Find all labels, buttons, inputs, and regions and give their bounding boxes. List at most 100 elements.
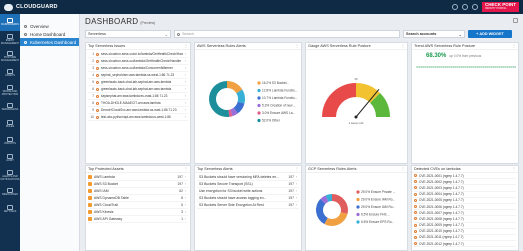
leftnav-item[interactable]: ASSETS [0, 65, 20, 82]
widget-menu-icon[interactable]: ⋮ [512, 167, 516, 171]
list-item-rank: 6 [92, 87, 94, 91]
leftnav-item[interactable]: DASHBOARDS [0, 14, 20, 31]
list-item[interactable]: 5 greenlauds-back-chat-lab-sephat-arn:aws… [88, 79, 188, 86]
dashboard-icon [24, 24, 27, 28]
list-item[interactable]: 4 sephat_sephoh/arn:aws:lambda:ca-west-1:… [88, 72, 188, 79]
donut-slice[interactable] [324, 212, 348, 226]
list-item[interactable]: S3 Buckets should have access logging en… [197, 195, 299, 202]
widget-menu-icon[interactable]: ⋮ [401, 167, 405, 171]
leftnav-item-label: WORKLOAD PROTECTION [1, 90, 19, 96]
list-item-rank: 3 [92, 66, 94, 70]
subnav-item[interactable]: Overview [20, 22, 79, 30]
leftnav-item[interactable]: EVENT MANAGEMENT [0, 31, 20, 48]
leftnav-item[interactable]: RULES [0, 116, 20, 133]
widget-menu-icon[interactable]: ⋮ [295, 44, 299, 48]
list-item-rank: 1 [92, 52, 94, 56]
chevron-down-icon: ⌄ [458, 32, 462, 37]
leftnav-item[interactable]: AUDIT [0, 150, 20, 167]
list-item[interactable]: AWS DynamoDB Table 8 › [88, 195, 188, 202]
leftnav-item-label: RULES [5, 125, 15, 129]
aws-asset-icon [88, 196, 92, 200]
cve-text: CVE-2021-0012 (ngrep 1.4.7.7) [419, 241, 464, 246]
list-item[interactable]: AWS Lambda 197 › [88, 174, 188, 181]
legend-swatch [257, 88, 261, 93]
donut-slice[interactable] [332, 194, 348, 214]
list-item[interactable]: AWS API Gateway 1 › [88, 216, 188, 223]
brand-badge[interactable]: CHECK POINT INFINITY PORTAL [481, 2, 519, 12]
widget-top-serverless-alerts: Top Serverless Alerts ⋮ S3 Buckets should… [194, 165, 302, 251]
list-item-rank: 7 [92, 94, 94, 98]
list-item[interactable]: S3 Buckets should have versioning MFA de… [197, 174, 299, 181]
search-input[interactable]: Search [174, 30, 400, 38]
chevron-right-icon: › [296, 189, 298, 193]
list-item[interactable]: Use encryption for S3 bucket write actio… [197, 188, 299, 195]
leftnav-item[interactable]: POSTURE MANAGEMENT [0, 48, 20, 65]
chevron-right-icon: › [296, 203, 298, 207]
widget-menu-icon[interactable]: ⋮ [512, 44, 516, 48]
dashboard-select[interactable]: Serverless ⌄ [85, 30, 171, 38]
notifications-icon[interactable] [461, 4, 468, 10]
trend-value: 68.30% [426, 53, 447, 59]
list-item[interactable]: 1 sess-cloudrun-sess-voice.io/lambda/GetH… [88, 51, 188, 58]
add-widget-button[interactable]: + ADD WIDGET [468, 30, 512, 38]
subnav-item[interactable]: Kubernetes Dashboard [20, 38, 79, 46]
alert-name: S3 Buckets Secure Transport (SSL) [199, 182, 253, 186]
list-item[interactable]: AWS IAM 62 › [88, 188, 188, 195]
asset-name: AWS Lambda [94, 175, 115, 179]
user-icon[interactable] [471, 4, 478, 10]
preview-badge: (Preview) [140, 21, 156, 25]
leftnav-item[interactable]: ALERTS AND NOTIFICATIONS [0, 167, 20, 184]
list-item[interactable]: 6 greenlauds-back-chat-lab-sephat-arn:aws… [88, 86, 188, 93]
widget-menu-icon[interactable]: ⋮ [184, 167, 188, 171]
list-item[interactable]: AWS S3 Bucket 197 › [88, 181, 188, 188]
list-item-text: greenlauds-back-chat-lab-sephat-arn:aws:… [101, 87, 172, 91]
list-item[interactable]: AWS CloudTrail 5 › [88, 202, 188, 209]
list-item[interactable]: 9 DemoHCloudSvc-arn:aws:lambda:us-east-1:… [88, 107, 188, 114]
subnav-item-label: Kubernetes Dashboard [30, 39, 77, 45]
dashboard-select-value: Serverless [88, 32, 106, 36]
leftnav-item[interactable]: INSIGHTS [0, 133, 20, 150]
list-item[interactable]: S3 Buckets Secure Transport (SSL) 197 › [197, 181, 299, 188]
leftnav-item[interactable]: RESOURCES [0, 184, 20, 201]
list-item[interactable]: 3 sess-cloudrun-sess-oci/lambda/Concurren… [88, 65, 188, 72]
help-icon[interactable] [451, 4, 458, 10]
leftnav-item[interactable]: SETTINGS [0, 201, 20, 218]
subnav-item-label: Overview [30, 23, 49, 29]
list-item[interactable]: 7 kaylsephat-arn:aws:lambda:eu-east-1:86 … [88, 93, 188, 100]
chevron-right-icon: › [185, 115, 187, 119]
widget-menu-icon[interactable]: ⋮ [401, 44, 405, 48]
chevron-right-icon: › [185, 101, 187, 105]
widget-menu-icon[interactable]: ⋮ [295, 167, 299, 171]
chevron-right-icon: › [185, 80, 187, 84]
alert-name: S3 Buckets should have access logging en… [199, 196, 267, 200]
chevron-right-icon: › [185, 87, 187, 91]
list-item[interactable]: 10 test-abc-python/api-arn:aws:lambda:us-… [88, 114, 188, 121]
warning-icon [96, 87, 99, 91]
posture-gauge-chart: 45 1 keep mid [322, 77, 390, 125]
trend-subtitle: up 0.0% from previous [449, 54, 482, 58]
add-widget-label: ADD WIDGET [479, 32, 504, 36]
accounts-select[interactable]: Search accounts ⌄ [403, 30, 465, 38]
list-item[interactable]: AWS Kinesis 3 › [88, 209, 188, 216]
chevron-right-icon: › [185, 175, 187, 179]
subnav-item[interactable]: Home Dashboard [20, 30, 79, 38]
gauge-needle-hub [354, 115, 358, 119]
list-item[interactable]: 2 sess-cloudrun-sess-oci/lambda/GetHealth… [88, 58, 188, 65]
list-item[interactable]: S3 Buckets Server Side Encryption At Res… [197, 202, 299, 209]
legend-swatch [257, 118, 261, 123]
asset-count: 5 [181, 203, 183, 207]
app-logo[interactable]: CLOUDGUARD [0, 3, 70, 11]
donut-slice[interactable] [209, 81, 230, 117]
asset-name: AWS API Gateway [94, 217, 123, 221]
aws-asset-icon [88, 175, 92, 179]
leftnav-item[interactable]: SERVERLESS [0, 99, 20, 116]
widget-menu-icon[interactable]: ⋮ [184, 44, 188, 48]
list-item-text: greenlauds-back-chat-lab-sephat-arn:aws:… [101, 80, 172, 84]
leftnav-item[interactable]: WORKLOAD PROTECTION [0, 82, 20, 99]
list-item[interactable]: CVE-2021-0012 (ngrep 1.4.7.7) [414, 241, 516, 248]
widget-detected-cves: Detected CVEs on lambdas ⋮ CVE-2021-0001 … [411, 165, 519, 251]
legend-label: 3.0% Ensure AWS La... [262, 111, 295, 115]
cve-text: CVE-2021-0010 (ngrep 1.4.7.7) [419, 229, 464, 234]
favorite-icon[interactable] [513, 18, 518, 23]
list-item[interactable]: 8 THOA-DHOLE-MAAECIT-arn:aws:lambda › [88, 100, 188, 107]
